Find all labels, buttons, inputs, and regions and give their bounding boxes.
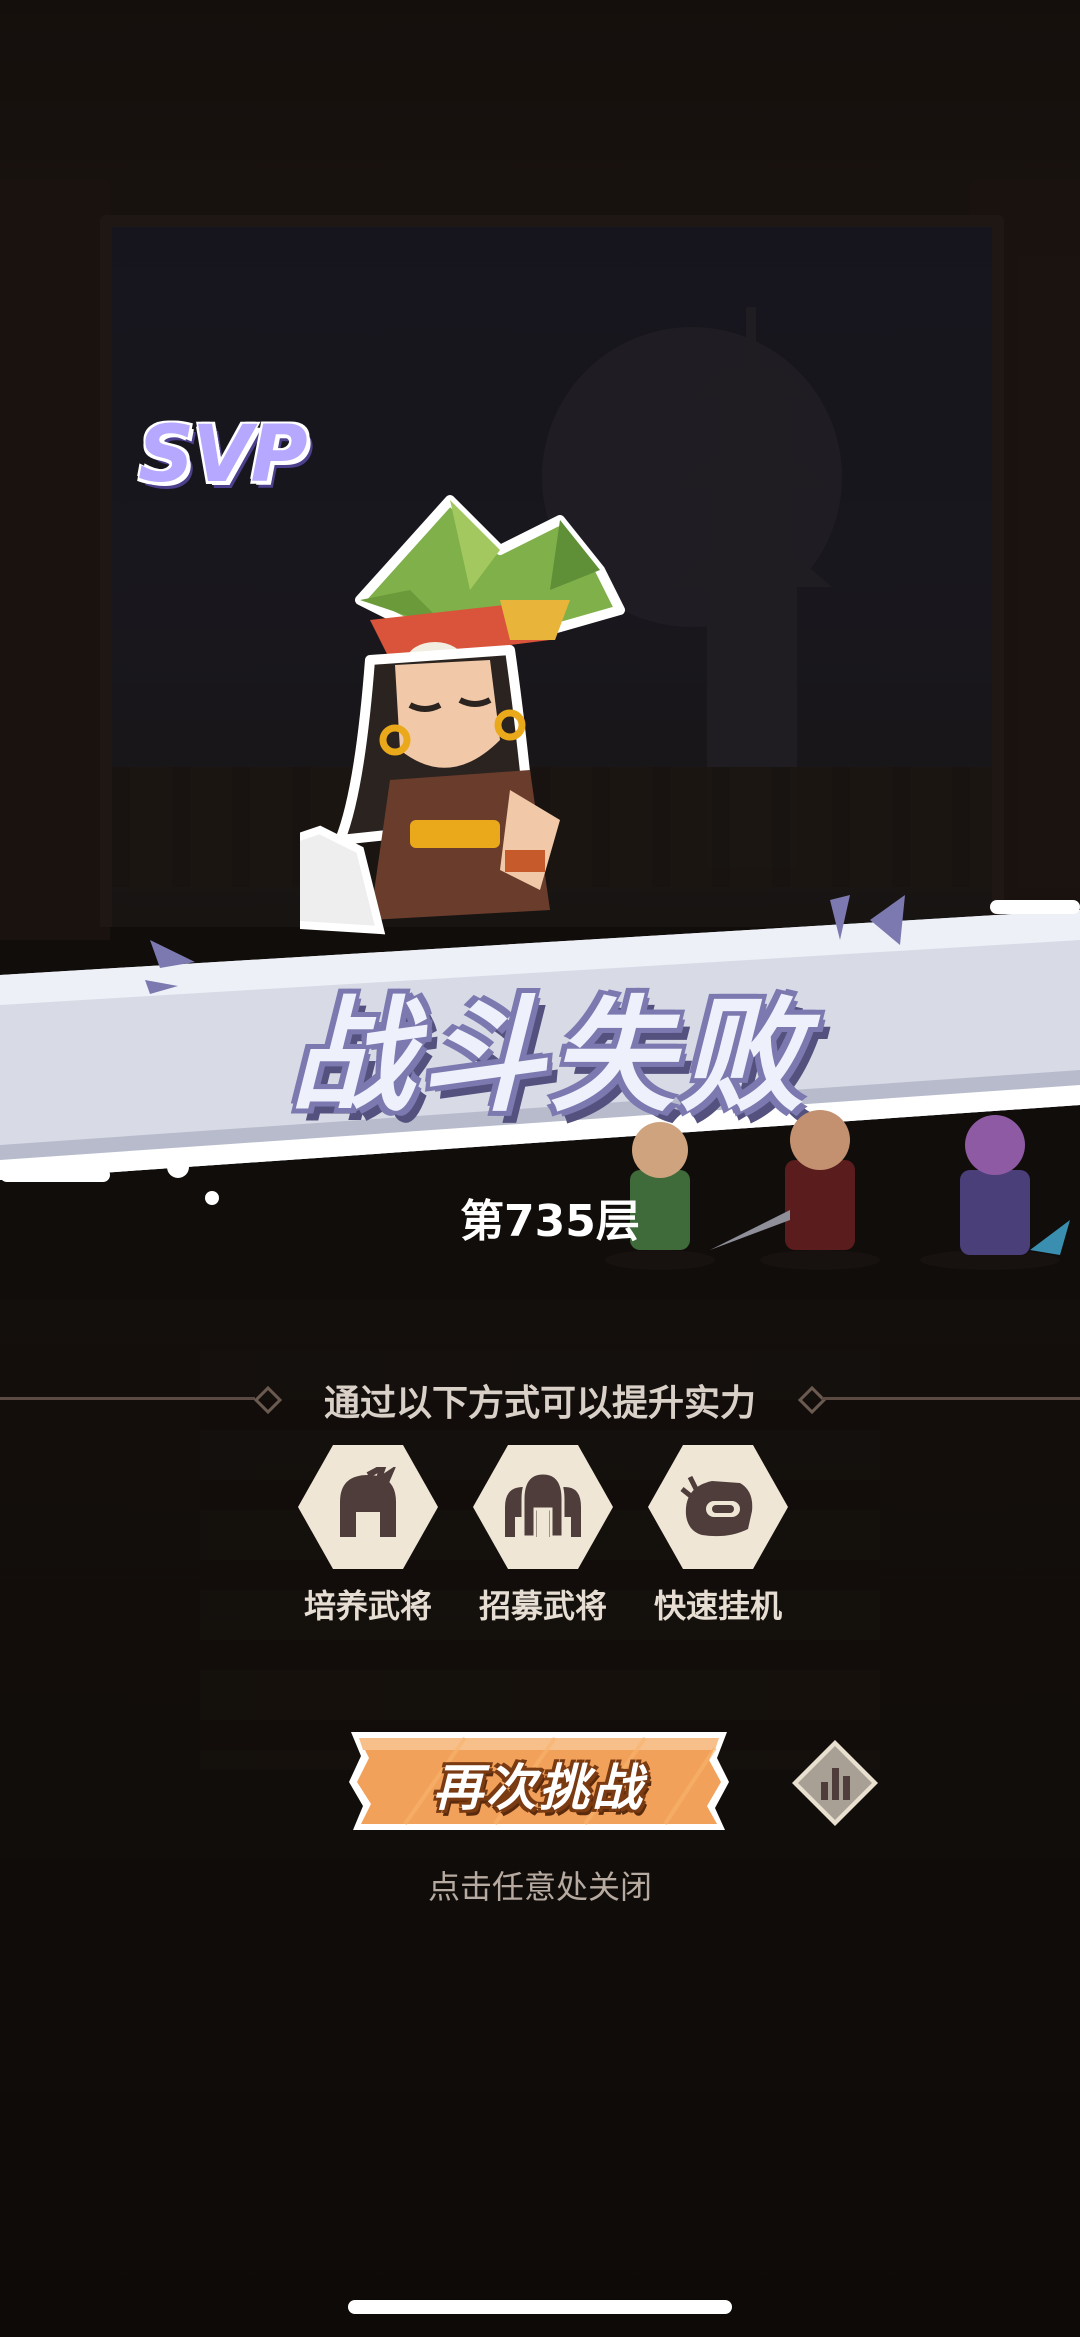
- quick-idle-option[interactable]: 快速挂机: [643, 1445, 793, 1627]
- floor-level: 第735层: [460, 1196, 640, 1247]
- tap-to-close-hint: 点击任意处关闭: [427, 1868, 652, 1906]
- quick-idle-label: 快速挂机: [653, 1587, 782, 1625]
- improve-tips-header: 通过以下方式可以提升实力: [0, 1370, 1080, 1426]
- recruit-generals-icon: [473, 1445, 613, 1569]
- ally-heroes: [605, 1110, 1070, 1270]
- recruit-generals-option[interactable]: 招募武将: [468, 1445, 618, 1627]
- bar-chart-icon: [792, 1740, 878, 1826]
- diamond-ornament-right: [797, 1385, 827, 1415]
- train-generals-label: 培养武将: [303, 1587, 432, 1625]
- ally-hero-3: [920, 1115, 1070, 1270]
- divider-right: [822, 1397, 1080, 1400]
- battle-stats-button[interactable]: [790, 1738, 880, 1828]
- general-helmet-icon: [298, 1445, 438, 1569]
- improve-tips-title: 通过以下方式可以提升实力: [323, 1383, 756, 1424]
- quick-idle-icon: [648, 1445, 788, 1569]
- recruit-generals-label: 招募武将: [478, 1587, 607, 1625]
- home-indicator[interactable]: [348, 2300, 732, 2314]
- svp-badge: SVP: [138, 410, 308, 500]
- train-generals-option[interactable]: 培养武将: [293, 1445, 443, 1627]
- diamond-ornament-left: [253, 1385, 283, 1415]
- retry-button[interactable]: 再次挑战: [345, 1728, 733, 1834]
- retry-button-label: 再次挑战: [433, 1759, 645, 1817]
- ally-hero-2: [710, 1110, 880, 1270]
- divider-left: [0, 1397, 255, 1400]
